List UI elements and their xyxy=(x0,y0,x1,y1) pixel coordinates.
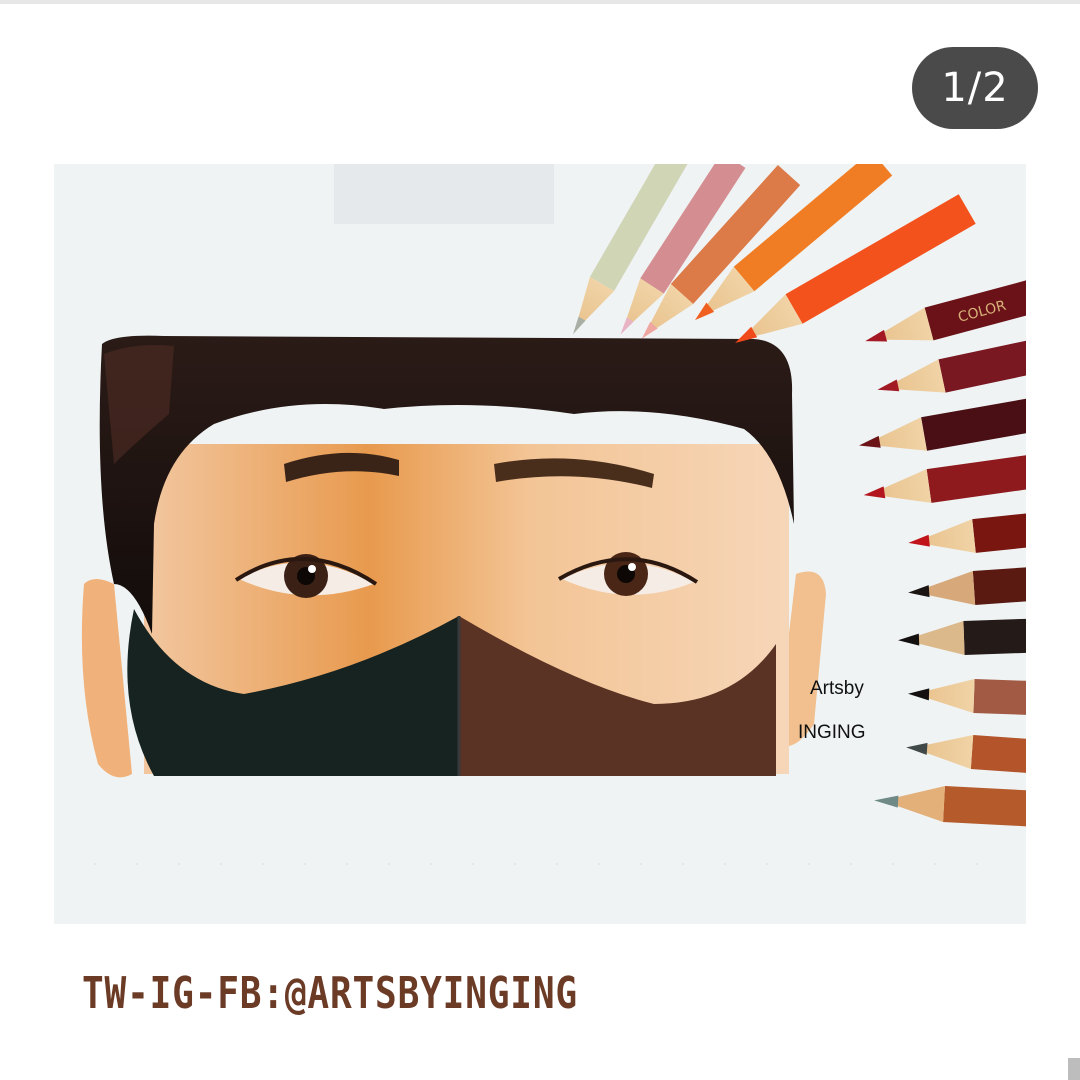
scrollbar-thumb[interactable] xyxy=(1068,1058,1080,1080)
drawing-illustration: Artsby INGING COLOR xyxy=(54,164,1026,924)
svg-text:Artsby: Artsby xyxy=(810,678,864,699)
top-divider xyxy=(0,0,1080,4)
svg-text:INGING: INGING xyxy=(798,722,866,743)
social-handle-caption: TW-IG-FB:@ARTSBYINGING xyxy=(82,968,578,1019)
post-image[interactable]: Artsby INGING COLOR xyxy=(54,164,1026,924)
post-frame: 1/2 Artsby INGING COLOR TW-IG-FB:@ARTSBY… xyxy=(0,0,1080,1080)
image-counter-badge: 1/2 xyxy=(912,47,1038,129)
